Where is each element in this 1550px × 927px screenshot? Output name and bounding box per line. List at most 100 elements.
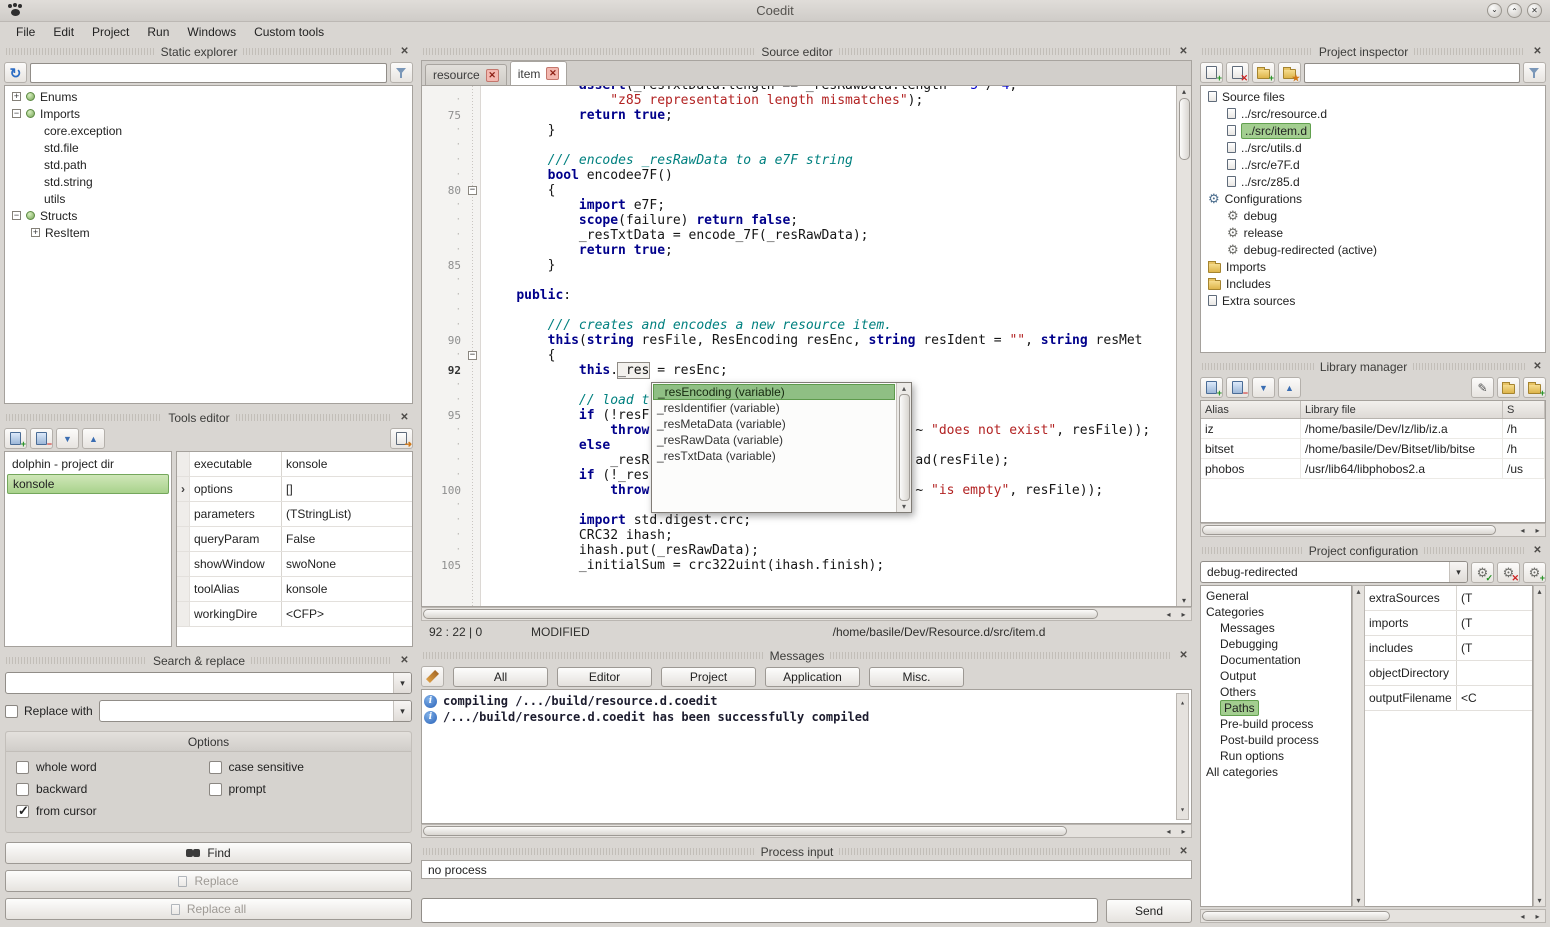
close-tab-icon[interactable]: ✕ bbox=[546, 67, 559, 80]
close-panel-icon[interactable]: ✕ bbox=[1177, 650, 1190, 661]
code-line[interactable]: ·− { bbox=[422, 348, 1176, 363]
tree-node-import[interactable]: core.exception bbox=[7, 122, 410, 139]
panel-grip[interactable] bbox=[251, 657, 392, 664]
tree-node-source-files[interactable]: Source files bbox=[1203, 88, 1543, 105]
property-row[interactable]: workingDire<CFP> bbox=[177, 602, 412, 627]
line-number[interactable]: · bbox=[422, 153, 466, 168]
open-project-folder-button[interactable]: ★ bbox=[1278, 62, 1301, 83]
fold-gutter[interactable] bbox=[466, 86, 480, 93]
close-panel-icon[interactable]: ✕ bbox=[1531, 545, 1544, 556]
tree-node-import[interactable]: std.file bbox=[7, 139, 410, 156]
add-source-button[interactable]: + bbox=[1200, 62, 1223, 83]
close-panel-icon[interactable]: ✕ bbox=[1177, 846, 1190, 857]
line-number[interactable]: · bbox=[422, 543, 466, 558]
line-number[interactable]: · bbox=[422, 288, 466, 303]
line-number[interactable]: 105 bbox=[422, 558, 466, 573]
properties-vscrollbar[interactable] bbox=[1533, 585, 1546, 907]
scroll-left-icon[interactable] bbox=[1162, 610, 1175, 619]
option-whole-word[interactable]: whole word bbox=[16, 760, 209, 774]
line-number[interactable]: · bbox=[422, 453, 466, 468]
property-row[interactable]: imports(T bbox=[1365, 611, 1532, 636]
completion-item-selected[interactable]: _resEncoding (variable) bbox=[653, 384, 895, 400]
window-close-button[interactable] bbox=[1527, 3, 1542, 18]
code-line[interactable]: 75 return true; bbox=[422, 108, 1176, 123]
code-text[interactable]: /// creates and encodes a new resource i… bbox=[480, 318, 892, 333]
menu-edit[interactable]: Edit bbox=[45, 23, 82, 41]
code-text[interactable]: } bbox=[480, 258, 555, 273]
line-number[interactable]: · bbox=[422, 468, 466, 483]
panel-grip[interactable] bbox=[423, 652, 764, 659]
property-value[interactable]: swoNone bbox=[282, 552, 412, 576]
category-general[interactable]: General bbox=[1201, 588, 1351, 604]
tab-item[interactable]: item ✕ bbox=[510, 61, 568, 85]
code-line[interactable]: · import e7F; bbox=[422, 198, 1176, 213]
case-sensitive-checkbox[interactable] bbox=[209, 761, 222, 774]
filter-project-button[interactable]: Project bbox=[661, 667, 756, 687]
filter-misc-button[interactable]: Misc. bbox=[869, 667, 964, 687]
code-line[interactable]: · bbox=[422, 138, 1176, 153]
fold-gutter[interactable] bbox=[466, 468, 480, 483]
tree-node-config[interactable]: ⚙debug bbox=[1203, 207, 1543, 224]
expand-icon[interactable] bbox=[31, 228, 40, 237]
tree-node-extra-sources[interactable]: Extra sources bbox=[1203, 292, 1543, 309]
fold-gutter[interactable] bbox=[466, 333, 480, 348]
line-number[interactable]: · bbox=[422, 228, 466, 243]
move-library-down-button[interactable]: ▼ bbox=[1252, 377, 1275, 398]
send-button[interactable]: Send bbox=[1106, 899, 1192, 923]
line-number[interactable]: · bbox=[422, 303, 466, 318]
line-number[interactable]: · bbox=[422, 378, 466, 393]
close-panel-icon[interactable]: ✕ bbox=[1177, 46, 1190, 57]
refresh-button[interactable]: ↻ bbox=[4, 62, 27, 83]
code-line[interactable]: 92 this._res = resEnc; bbox=[422, 363, 1176, 378]
column-header-library-file[interactable]: Library file bbox=[1301, 401, 1503, 418]
code-line[interactable]: 85 } bbox=[422, 258, 1176, 273]
column-header-alias[interactable]: Alias bbox=[1201, 401, 1301, 418]
property-value[interactable]: <CFP> bbox=[282, 602, 412, 626]
fold-gutter[interactable] bbox=[466, 153, 480, 168]
prompt-checkbox[interactable] bbox=[209, 783, 222, 796]
add-configuration-button[interactable]: ⚙+ bbox=[1523, 562, 1546, 583]
code-text[interactable] bbox=[480, 378, 485, 393]
panel-grip[interactable] bbox=[423, 848, 755, 855]
scroll-down-icon[interactable] bbox=[1537, 896, 1541, 905]
property-value[interactable]: konsole bbox=[282, 452, 412, 476]
filter-options-button[interactable] bbox=[390, 62, 413, 83]
replace-with-combo[interactable] bbox=[99, 700, 412, 722]
property-value[interactable]: False bbox=[282, 527, 412, 551]
property-value[interactable]: (T bbox=[1457, 636, 1532, 660]
option-case-sensitive[interactable]: case sensitive bbox=[209, 760, 402, 774]
open-library-file-button[interactable] bbox=[1497, 377, 1520, 398]
fold-gutter[interactable] bbox=[466, 168, 480, 183]
column-header-extra[interactable]: S bbox=[1503, 401, 1545, 418]
code-text[interactable]: return true; bbox=[480, 243, 673, 258]
fold-gutter[interactable] bbox=[466, 558, 480, 573]
line-number[interactable]: 100 bbox=[422, 483, 466, 498]
panel-grip[interactable] bbox=[1414, 48, 1525, 55]
fold-gutter[interactable] bbox=[466, 123, 480, 138]
configuration-hscrollbar[interactable] bbox=[1200, 909, 1546, 923]
tree-node-import[interactable]: std.path bbox=[7, 156, 410, 173]
add-library-button[interactable]: + bbox=[1200, 377, 1223, 398]
close-panel-icon[interactable]: ✕ bbox=[1531, 46, 1544, 57]
code-line[interactable]: · _resTxtData = encode_7F(_resRawData); bbox=[422, 228, 1176, 243]
tree-node-source[interactable]: ../src/e7F.d bbox=[1203, 156, 1543, 173]
option-prompt[interactable]: prompt bbox=[209, 782, 402, 796]
table-row[interactable]: phobos /usr/lib64/libphobos2.a /us bbox=[1201, 459, 1545, 479]
table-row[interactable]: bitset /home/basile/Dev/Bitset/lib/bitse… bbox=[1201, 439, 1545, 459]
panel-grip[interactable] bbox=[6, 48, 155, 55]
fold-gutter[interactable] bbox=[466, 423, 480, 438]
scroll-up-icon[interactable] bbox=[1182, 87, 1186, 96]
scroll-up-icon[interactable] bbox=[1180, 695, 1185, 711]
fold-gutter[interactable] bbox=[466, 483, 480, 498]
category-pre-build[interactable]: Pre-build process bbox=[1201, 716, 1351, 732]
code-text[interactable]: bool encodee7F() bbox=[480, 168, 673, 183]
process-input-field[interactable] bbox=[421, 898, 1098, 923]
backward-checkbox[interactable] bbox=[16, 783, 29, 796]
tree-node-config-active[interactable]: ⚙debug-redirected (active) bbox=[1203, 241, 1543, 258]
completion-item[interactable]: _resIdentifier (variable) bbox=[653, 400, 895, 416]
code-text[interactable]: _resTxtData = encode_7F(_resRawData); bbox=[480, 228, 869, 243]
property-value[interactable]: <C bbox=[1457, 686, 1532, 710]
remove-source-button[interactable]: ✕ bbox=[1226, 62, 1249, 83]
menu-project[interactable]: Project bbox=[84, 23, 137, 41]
from-cursor-checkbox[interactable] bbox=[16, 805, 29, 818]
